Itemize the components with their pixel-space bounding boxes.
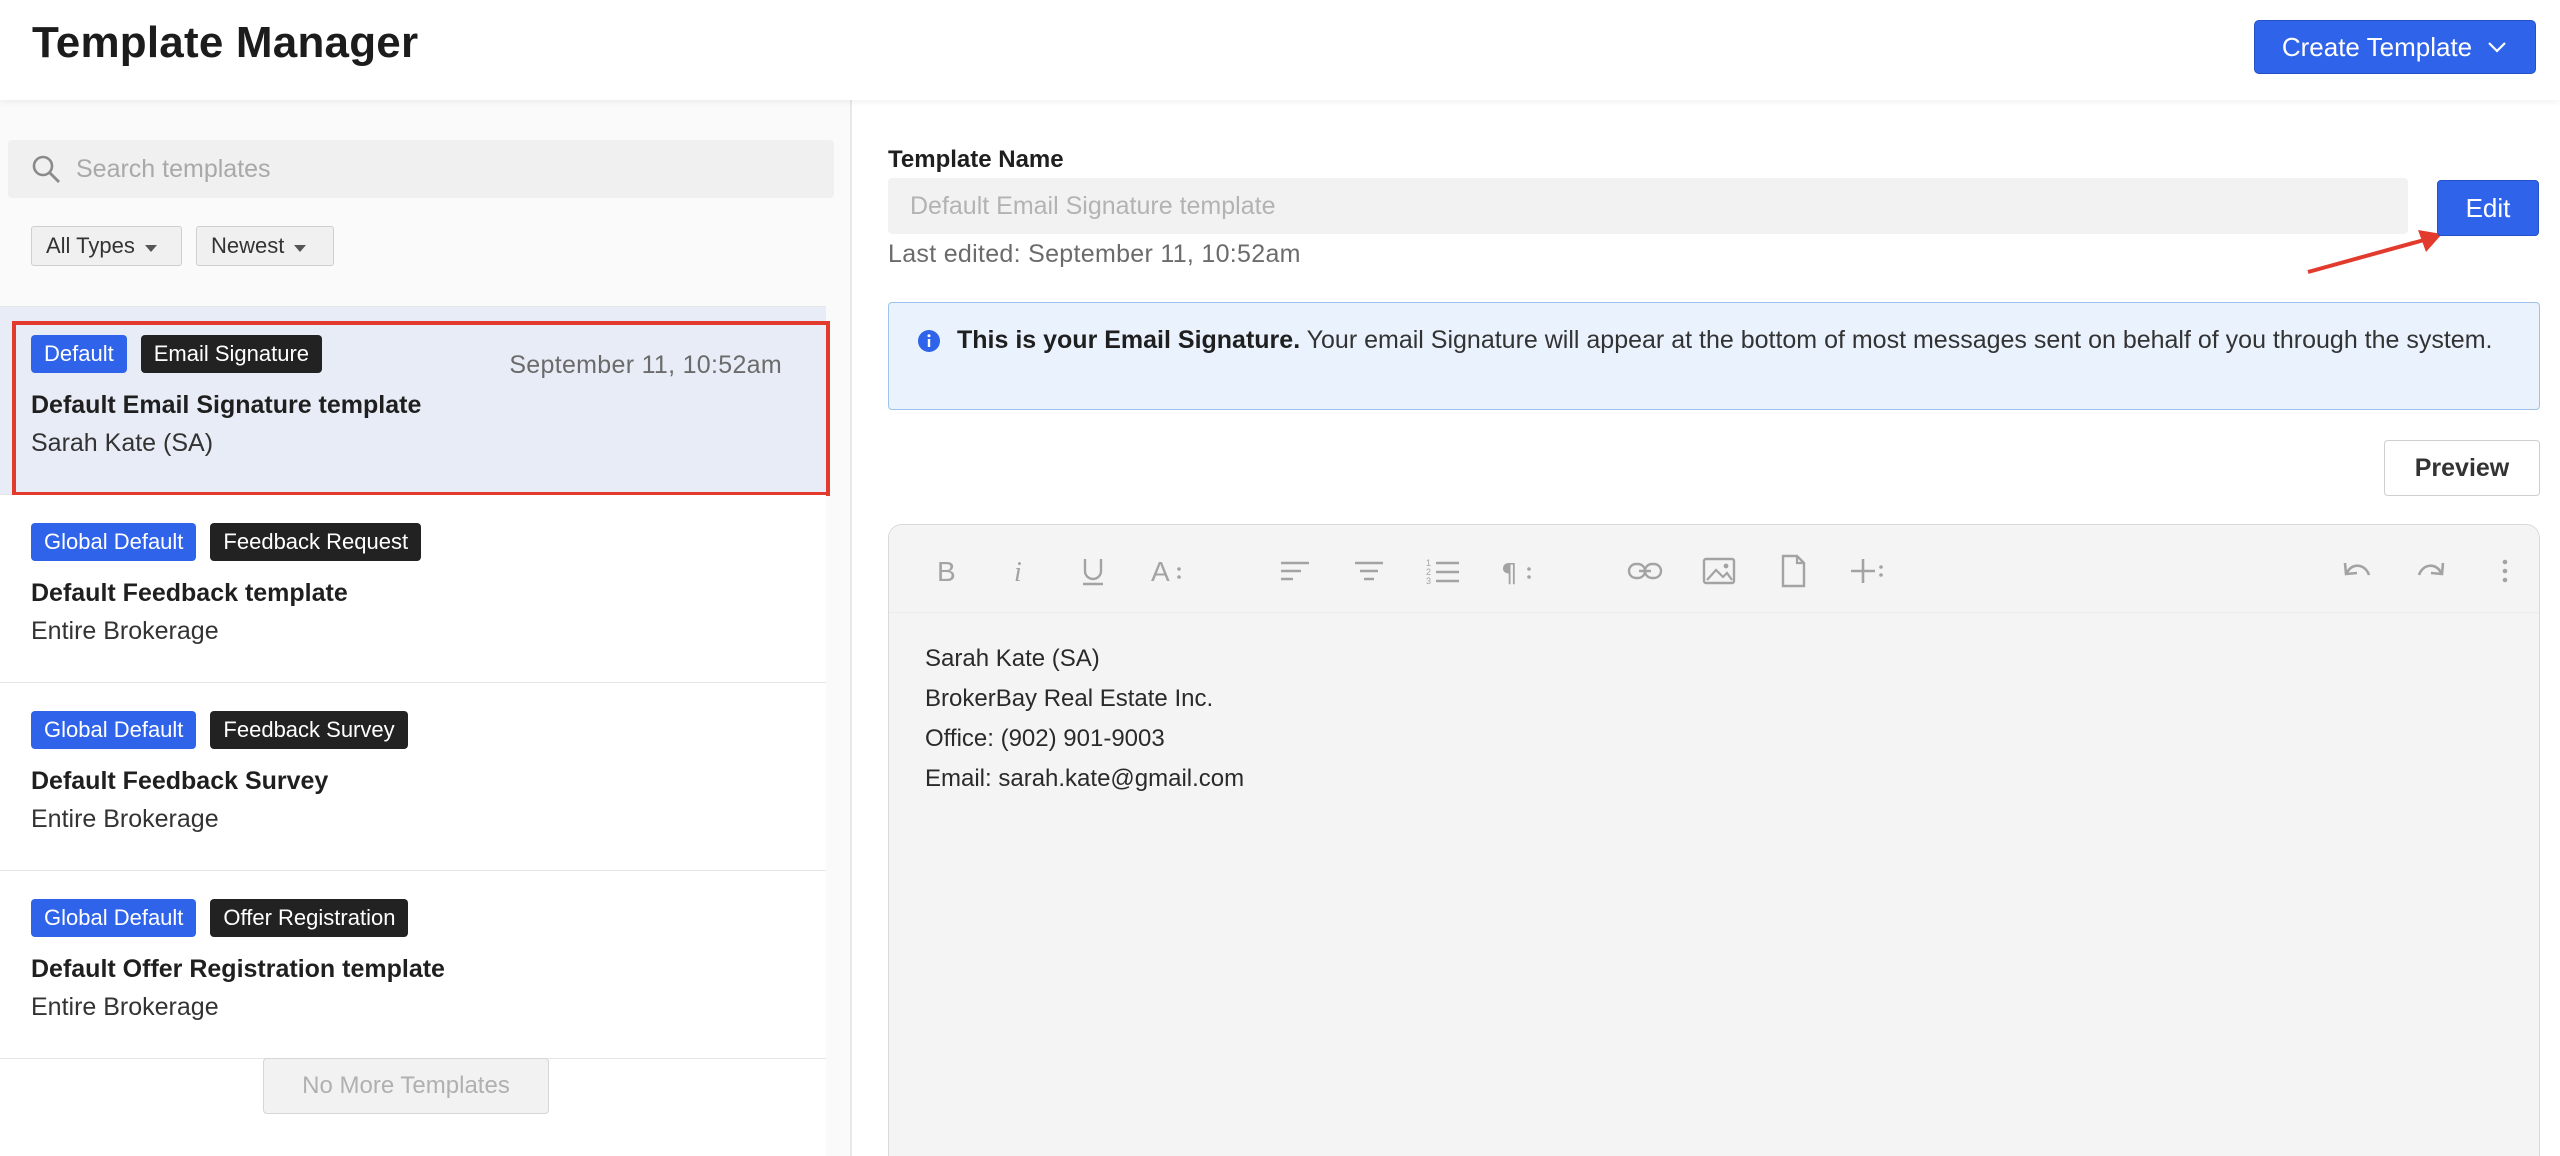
no-more-templates-button: No More Templates — [263, 1058, 549, 1114]
category-badge: Feedback Request — [210, 523, 422, 561]
caret-down-icon — [294, 244, 307, 252]
file-icon[interactable] — [1773, 551, 1813, 591]
signature-line-name: Sarah Kate (SA) — [925, 645, 1100, 672]
link-icon[interactable] — [1625, 551, 1665, 591]
info-banner: This is your Email Signature. Your email… — [888, 302, 2540, 410]
undo-icon[interactable] — [2337, 551, 2377, 591]
template-list-panel: All Types Newest Default Email Signature… — [0, 100, 852, 1156]
category-badge: Feedback Survey — [210, 711, 408, 749]
info-message: This is your Email Signature. Your email… — [957, 321, 2517, 360]
template-owner: Entire Brokerage — [31, 805, 219, 833]
image-icon[interactable] — [1699, 551, 1739, 591]
rich-text-editor: B i A 123 ¶ Sarah Kate (SA) BrokerBay Re… — [888, 524, 2540, 1156]
editor-content[interactable]: Sarah Kate (SA) BrokerBay Real Estate In… — [925, 639, 1244, 799]
chevron-down-icon — [2488, 42, 2506, 53]
svg-text:B: B — [937, 556, 956, 587]
template-item-offer-registration[interactable]: Global Default Offer Registration Defaul… — [0, 871, 826, 1059]
type-badge: Global Default — [31, 523, 197, 561]
redo-icon[interactable] — [2411, 551, 2451, 591]
template-title: Default Email Signature template — [31, 391, 422, 419]
signature-line-company: BrokerBay Real Estate Inc. — [925, 685, 1214, 712]
category-badge: Email Signature — [140, 335, 323, 373]
svg-text:A: A — [1151, 556, 1170, 587]
insert-icon[interactable] — [1847, 551, 1887, 591]
type-filter-label: All Types — [46, 233, 135, 258]
svg-text:3: 3 — [1426, 576, 1431, 586]
template-title: Default Feedback Survey — [31, 767, 329, 795]
template-owner: Entire Brokerage — [31, 993, 219, 1021]
template-title: Default Feedback template — [31, 579, 348, 607]
template-detail-panel: Template Name Default Email Signature te… — [852, 100, 2560, 1156]
create-template-button[interactable]: Create Template — [2254, 20, 2536, 74]
page-title: Template Manager — [32, 18, 419, 67]
template-name-field: Default Email Signature template — [888, 178, 2408, 234]
template-date: September 11, 10:52am — [509, 351, 782, 379]
type-badge: Default — [31, 335, 127, 373]
template-item-email-signature[interactable]: Default Email Signature September 11, 10… — [0, 307, 830, 496]
editor-toolbar: B i A 123 ¶ — [889, 525, 2539, 613]
svg-text:i: i — [1014, 557, 1022, 588]
template-item-feedback-survey[interactable]: Global Default Feedback Survey Default F… — [0, 683, 826, 871]
type-badge: Global Default — [31, 899, 197, 937]
template-owner: Entire Brokerage — [31, 617, 219, 645]
align-center-icon[interactable] — [1349, 551, 1389, 591]
svg-text:¶: ¶ — [1501, 559, 1518, 589]
info-message-body: Your email Signature will appear at the … — [1300, 326, 2493, 354]
ordered-list-icon[interactable]: 123 — [1423, 551, 1463, 591]
more-icon[interactable] — [2485, 551, 2525, 591]
underline-icon[interactable] — [1073, 551, 1113, 591]
create-template-label: Create Template — [2281, 31, 2473, 62]
template-item-feedback-request[interactable]: Global Default Feedback Request Default … — [0, 495, 826, 683]
signature-line-email: Email: sarah.kate@gmail.com — [925, 765, 1245, 792]
search-input[interactable] — [76, 148, 816, 190]
info-message-bold: This is your Email Signature. — [957, 326, 1301, 354]
template-title: Default Offer Registration template — [31, 955, 445, 983]
category-badge: Offer Registration — [210, 899, 409, 937]
annotation-arrow-icon — [2307, 230, 2442, 274]
sort-dropdown[interactable]: Newest — [196, 226, 334, 266]
info-icon — [918, 330, 940, 352]
font-size-icon[interactable]: A — [1147, 551, 1187, 591]
search-icon — [32, 155, 60, 183]
type-filter-dropdown[interactable]: All Types — [31, 226, 182, 266]
search-box — [8, 140, 834, 198]
template-name-label: Template Name — [888, 146, 1064, 173]
template-list: Default Email Signature September 11, 10… — [0, 306, 830, 1156]
caret-down-icon — [144, 244, 157, 252]
bold-icon[interactable]: B — [925, 551, 965, 591]
italic-icon[interactable]: i — [999, 551, 1039, 591]
paragraph-icon[interactable]: ¶ — [1497, 551, 1537, 591]
template-owner: Sarah Kate (SA) — [31, 429, 214, 457]
align-left-icon[interactable] — [1275, 551, 1315, 591]
app-header: Template Manager Create Template — [0, 0, 2560, 100]
preview-button[interactable]: Preview — [2384, 440, 2540, 496]
last-edited-text: Last edited: September 11, 10:52am — [888, 240, 1301, 268]
type-badge: Global Default — [31, 711, 197, 749]
edit-button[interactable]: Edit — [2437, 180, 2539, 236]
signature-line-office: Office: (902) 901-9003 — [925, 725, 1165, 752]
sort-label: Newest — [211, 233, 285, 258]
